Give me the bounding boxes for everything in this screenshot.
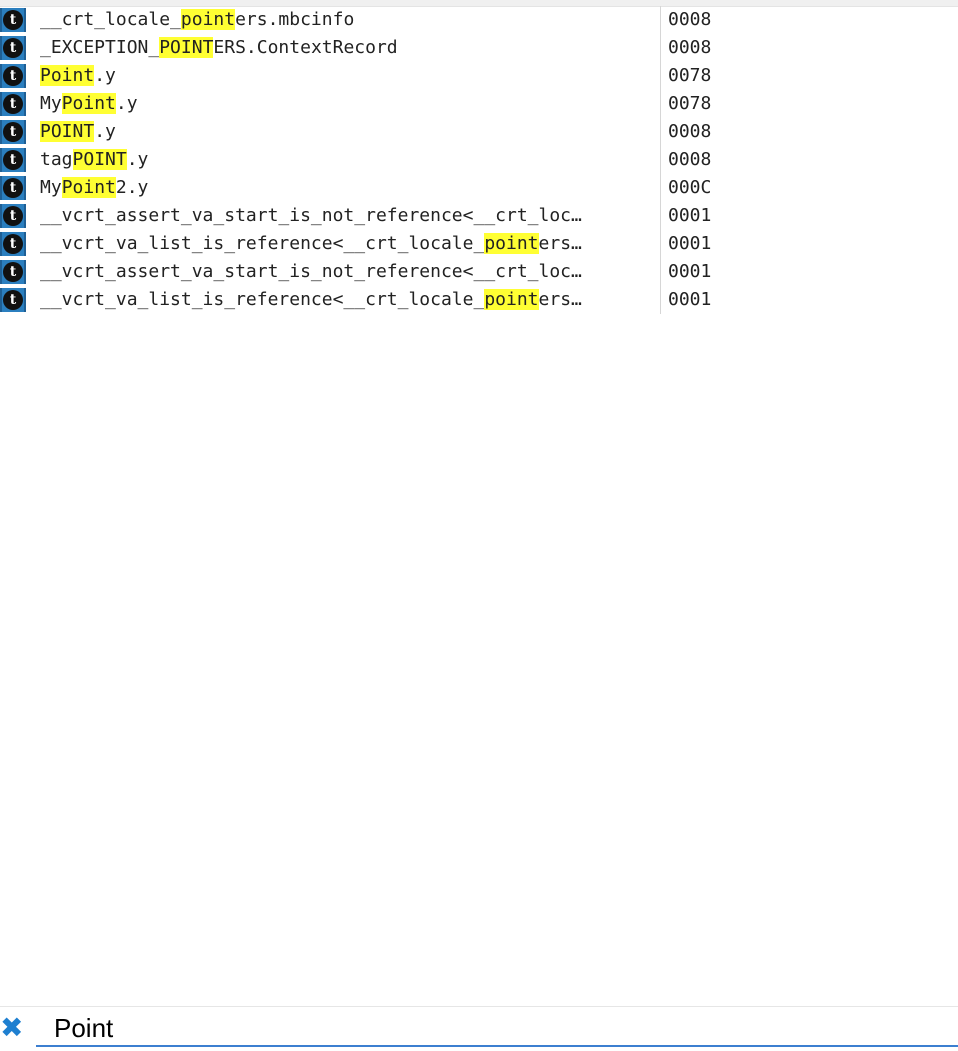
member-name: _EXCEPTION_POINTERS.ContextRecord xyxy=(40,34,655,62)
type-icon-glyph: t xyxy=(3,66,23,86)
member-name: __vcrt_va_list_is_reference<__crt_locale… xyxy=(40,286,655,314)
member-offset: 0008 xyxy=(668,121,712,142)
result-row[interactable]: t Point.y 0078 xyxy=(0,62,958,90)
member-offset: 0001 xyxy=(668,205,712,226)
result-row[interactable]: t __vcrt_assert_va_start_is_not_reference… xyxy=(0,258,958,286)
name-segment: .y xyxy=(94,121,116,142)
member-name: __crt_locale_pointers.mbcinfo xyxy=(40,6,655,34)
type-icon: t xyxy=(0,148,26,172)
type-icon-glyph: t xyxy=(3,178,23,198)
name-segment: ERS.ContextRecord xyxy=(213,37,398,58)
match-highlight: POINT xyxy=(72,149,127,170)
column-divider xyxy=(660,6,661,314)
name-segment: tag xyxy=(40,149,73,170)
result-row[interactable]: t __vcrt_va_list_is_reference<__crt_local… xyxy=(0,230,958,258)
name-segment: ers… xyxy=(538,289,582,310)
name-segment: .y xyxy=(126,149,149,170)
type-icon: t xyxy=(0,120,26,144)
result-row[interactable]: t MyPoint2.y 000C xyxy=(0,174,958,202)
type-icon-glyph: t xyxy=(3,234,23,254)
member-offset: 0078 xyxy=(668,93,712,114)
type-icon: t xyxy=(0,176,26,200)
member-offset: 000C xyxy=(668,177,712,198)
result-row[interactable]: t _EXCEPTION_POINTERS.ContextRecord 0008 xyxy=(0,34,958,62)
name-segment: 2.y xyxy=(115,177,149,198)
match-highlight: Point xyxy=(40,65,95,86)
name-segment: ers.mbcinfo xyxy=(235,9,355,30)
match-highlight: Point xyxy=(61,177,116,198)
member-offset: 0008 xyxy=(668,37,712,58)
result-row[interactable]: t POINT.y 0008 xyxy=(0,118,958,146)
type-icon-glyph: t xyxy=(3,262,23,282)
match-highlight: POINT xyxy=(159,37,214,58)
result-row[interactable]: t __vcrt_assert_va_start_is_not_reference… xyxy=(0,202,958,230)
result-row[interactable]: t MyPoint.y 0078 xyxy=(0,90,958,118)
name-segment: __vcrt_assert_va_start_is_not_reference<… xyxy=(40,261,582,282)
type-icon-glyph: t xyxy=(3,122,23,142)
type-icon-glyph: t xyxy=(3,150,23,170)
type-icon: t xyxy=(0,92,26,116)
close-icon[interactable]: ✖ xyxy=(0,1014,23,1042)
type-icon: t xyxy=(0,260,26,284)
type-icon-glyph: t xyxy=(3,38,23,58)
name-segment: My xyxy=(40,93,62,114)
match-highlight: Point xyxy=(61,93,116,114)
type-icon: t xyxy=(0,288,26,312)
member-offset: 0001 xyxy=(668,233,712,254)
result-row[interactable]: t __crt_locale_pointers.mbcinfo 0008 xyxy=(0,6,958,34)
search-bar: ✖ xyxy=(0,1006,958,1051)
member-offset: 0008 xyxy=(668,149,712,170)
result-row[interactable]: t __vcrt_va_list_is_reference<__crt_local… xyxy=(0,286,958,314)
name-segment: .y xyxy=(115,93,138,114)
type-icon: t xyxy=(0,8,26,32)
member-offset: 0008 xyxy=(668,9,712,30)
type-icon: t xyxy=(0,232,26,256)
type-icon: t xyxy=(0,36,26,60)
type-icon-glyph: t xyxy=(3,10,23,30)
match-highlight: point xyxy=(180,9,236,30)
search-input[interactable] xyxy=(36,1011,958,1047)
member-offset: 0001 xyxy=(668,289,712,310)
member-name: MyPoint.y xyxy=(40,90,655,118)
name-segment: ers… xyxy=(538,233,582,254)
type-icon-glyph: t xyxy=(3,290,23,310)
name-segment: __vcrt_va_list_is_reference<__crt_locale… xyxy=(40,289,485,310)
member-name: __vcrt_assert_va_start_is_not_reference<… xyxy=(40,202,655,230)
name-segment: __vcrt_assert_va_start_is_not_reference<… xyxy=(40,205,582,226)
type-icon-glyph: t xyxy=(3,206,23,226)
member-offset: 0001 xyxy=(668,261,712,282)
member-name: POINT.y xyxy=(40,118,655,146)
name-segment: _EXCEPTION_ xyxy=(40,37,160,58)
member-name: MyPoint2.y xyxy=(40,174,655,202)
type-icon: t xyxy=(0,204,26,228)
member-name: tagPOINT.y xyxy=(40,146,655,174)
member-offset: 0078 xyxy=(668,65,712,86)
match-highlight: point xyxy=(484,233,539,254)
name-segment: My xyxy=(40,177,62,198)
name-segment: .y xyxy=(94,65,116,86)
type-icon-glyph: t xyxy=(3,94,23,114)
results-list: t __crt_locale_pointers.mbcinfo 0008 t _EXCE… xyxy=(0,6,958,314)
member-name: __vcrt_va_list_is_reference<__crt_locale… xyxy=(40,230,655,258)
name-segment: __vcrt_va_list_is_reference<__crt_locale… xyxy=(40,233,485,254)
type-icon: t xyxy=(0,64,26,88)
member-name: Point.y xyxy=(40,62,655,90)
result-row[interactable]: t tagPOINT.y 0008 xyxy=(0,146,958,174)
match-highlight: point xyxy=(484,289,539,310)
member-name: __vcrt_assert_va_start_is_not_reference<… xyxy=(40,258,655,286)
match-highlight: POINT xyxy=(40,121,95,142)
name-segment: __crt_locale_ xyxy=(40,9,181,30)
